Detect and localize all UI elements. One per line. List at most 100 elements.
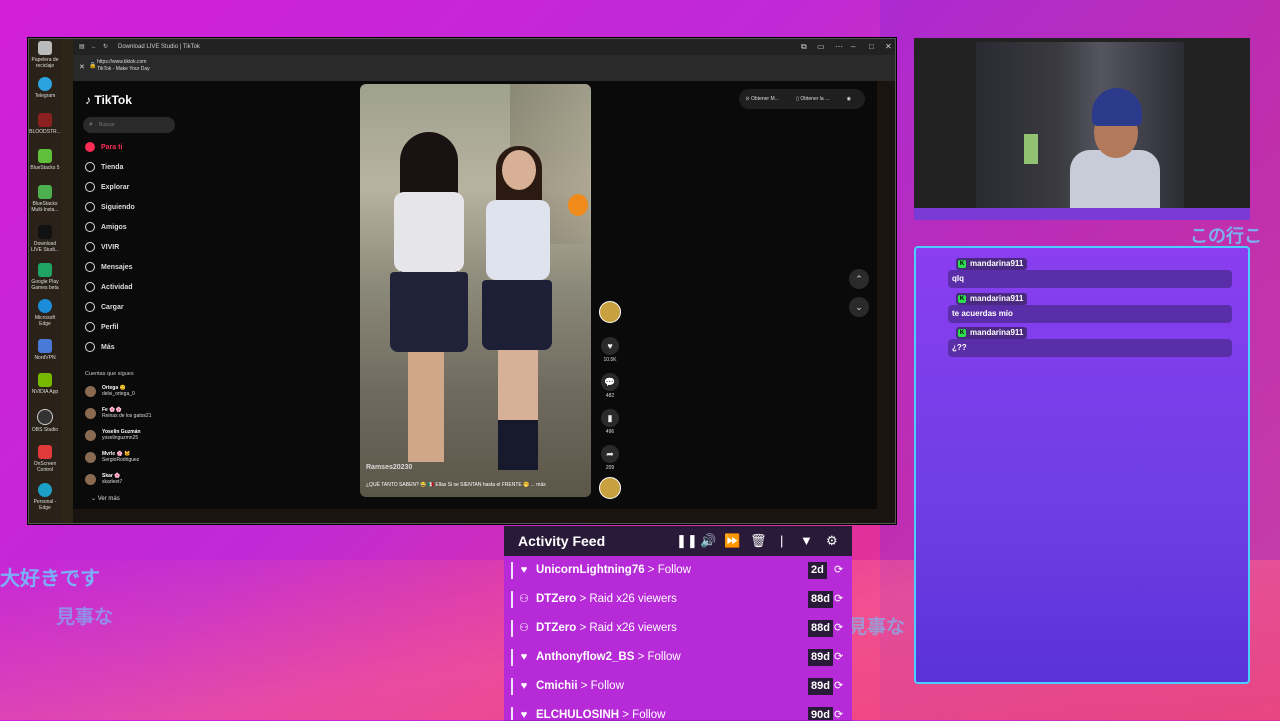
desktop-icon[interactable]: Download LIVE Studi... (29, 225, 61, 253)
profile-avatar-icon[interactable]: ◉ (847, 96, 851, 102)
heart-icon: ♥ (520, 709, 528, 721)
trash-icon[interactable]: 🗑 (750, 526, 767, 556)
replay-icon[interactable]: ⟳ (834, 614, 843, 643)
nav-item-perfil[interactable]: Perfil (85, 321, 119, 335)
settings-gear-icon[interactable]: ⚙ (826, 526, 838, 556)
nav-item-para-ti[interactable]: Para ti (85, 141, 122, 155)
desktop-icon[interactable]: Papelera de reciclaje (29, 41, 61, 69)
nav-item-cargar[interactable]: Cargar (85, 301, 124, 315)
get-app-button[interactable]: ⊙ Obtener M... (745, 96, 786, 102)
messages-icon (85, 262, 95, 273)
kick-icon: K (958, 259, 966, 268)
desktop-icon[interactable]: OBS Studio (29, 409, 61, 433)
activity-feed-row[interactable]: ⚇ DTZero > Raid x26 viewers 88d ⟳ (504, 585, 852, 615)
age-badge: 90d (808, 707, 833, 720)
desktop-icon[interactable]: OnScreen Control (29, 445, 61, 473)
desktop-icon[interactable]: Telegram (29, 77, 61, 99)
filter-icon[interactable]: ▼ (800, 526, 813, 556)
activity-feed-row[interactable]: ♥ ELCHULOSINH > Follow 90d ⟳ (504, 701, 852, 721)
replay-icon[interactable]: ⟳ (834, 643, 843, 672)
skip-icon[interactable]: ⏩ (724, 526, 740, 556)
upload-icon (85, 302, 95, 313)
replay-icon[interactable]: ⟳ (834, 672, 843, 701)
following-avatar-icon (85, 202, 95, 213)
nav-item-amigos[interactable]: Amigos (85, 221, 127, 235)
back-icon[interactable]: ← (91, 39, 97, 55)
avatar (85, 452, 96, 463)
age-badge: 88d (808, 620, 833, 637)
nav-item-siguiendo[interactable]: Siguiendo (85, 201, 135, 215)
music-disc-button[interactable] (595, 477, 625, 499)
tiktok-logo[interactable]: ♪ TikTok (85, 93, 132, 107)
people-icon: ⚇ (519, 622, 529, 634)
nav-item-tienda[interactable]: Tienda (85, 161, 123, 175)
avatar (599, 301, 621, 323)
desktop-icon[interactable]: Microsoft Edge (29, 299, 61, 327)
sidebar-toggle-icon[interactable]: ▤ (79, 39, 85, 55)
close-button[interactable]: ✕ (885, 39, 892, 55)
tiktok-note-icon: ♪ (85, 93, 91, 107)
desktop-icons: Papelera de reciclaje Telegram BLOODSTR.… (29, 39, 73, 523)
activity-feed-row[interactable]: ♥ Cmichii > Follow 89d ⟳ (504, 672, 852, 702)
pause-icon[interactable]: ❚❚ (676, 526, 698, 556)
nav-item-explorar[interactable]: Explorar (85, 181, 129, 195)
close-tab-icon[interactable]: ✕ (79, 63, 85, 71)
chat-message: te acuerdas mío (948, 305, 1232, 323)
replay-icon[interactable]: ⟳ (834, 556, 843, 585)
activity-feed-row[interactable]: ♥ UnicornLightning76 > Follow 2d ⟳ (504, 556, 852, 586)
previous-video-button[interactable]: ⌃ (849, 269, 869, 289)
address-bar[interactable]: ✕ 🔒 https://www.tiktok.com TikTok - Make… (73, 55, 895, 81)
like-button[interactable]: ♥ 10.5K (595, 337, 625, 363)
chevron-down-icon: ⌄ (91, 496, 97, 502)
overlay-jp-text: この行こ (1190, 226, 1262, 247)
get-desktop-button[interactable]: ▯ Obtener la ... (796, 96, 837, 102)
desktop-icon[interactable]: BlueStacks Multi-Insta... (29, 185, 61, 213)
next-video-button[interactable]: ⌄ (849, 297, 869, 317)
nav-item-actividad[interactable]: Actividad (85, 281, 133, 295)
nav-item-mensajes[interactable]: Mensajes (85, 261, 133, 275)
share-button[interactable]: ➦ 209 (595, 445, 625, 471)
nav-item-vivir[interactable]: VIVIR (85, 241, 119, 255)
extensions-icon[interactable]: ⧉ (801, 39, 807, 55)
menu-icon[interactable]: ⋯ (835, 39, 843, 55)
page-title-text: TikTok - Make Your Day (97, 66, 150, 72)
chat-username: Kmandarina911 (956, 293, 1028, 305)
ver-mas-link[interactable]: ⌄ Ver más (91, 495, 120, 502)
comment-button[interactable]: 💬 482 (595, 373, 625, 399)
desktop-icon[interactable]: NordVPN (29, 339, 61, 361)
browser-window: Papelera de reciclaje Telegram BLOODSTR.… (28, 38, 896, 524)
tiktok-sidebar: ♪ TikTok ⌕ Buscar Para ti Tienda Explora… (73, 81, 179, 509)
creator-avatar-button[interactable] (595, 301, 625, 323)
maximize-button[interactable]: □ (869, 39, 874, 55)
profile-icon (85, 322, 95, 333)
video-username[interactable]: Ramses20230 (366, 464, 412, 471)
activity-feed-row[interactable]: ♥ Anthonyflow2_BS > Follow 89d ⟳ (504, 643, 852, 673)
webcam-feed (914, 38, 1250, 220)
search-input[interactable]: ⌕ Buscar (83, 117, 175, 133)
age-badge: 89d (808, 649, 833, 666)
video-caption[interactable]: ¿QUÉ TANTO SABEN? 😂 🇲🇽 Ellas Si se SIENT… (366, 482, 546, 488)
desktop-icon[interactable]: Google Play Games beta (29, 263, 61, 291)
replay-icon[interactable]: ⟳ (834, 585, 843, 614)
desktop-icon[interactable]: BlueStacks 5 (29, 149, 61, 171)
desktop-icon[interactable]: Personal - Edge (29, 483, 61, 511)
minimize-button[interactable]: – (851, 39, 855, 55)
top-right-actions: ⊙ Obtener M... ▯ Obtener la ... ◉ (739, 89, 865, 109)
desktop-icon[interactable]: NVIDIA App (29, 373, 61, 395)
live-icon (85, 242, 95, 253)
save-button[interactable]: ▮ 496 (595, 409, 625, 435)
tiktok-page: ♪ TikTok ⌕ Buscar Para ti Tienda Explora… (73, 81, 877, 509)
home-icon (85, 142, 95, 153)
replay-icon[interactable]: ⟳ (834, 701, 843, 720)
tab-icon[interactable]: ▭ (817, 39, 825, 55)
video-player[interactable]: Ramses20230 ¿QUÉ TANTO SABEN? 😂 🇲🇽 Ellas… (360, 84, 591, 497)
comment-icon: 💬 (601, 373, 619, 391)
shop-icon (85, 162, 95, 173)
activity-feed-title: Activity Feed (518, 533, 606, 549)
nav-item-mas[interactable]: Más (85, 341, 115, 355)
volume-icon[interactable]: 🔊 (700, 526, 716, 556)
video-person (478, 146, 558, 480)
desktop-icon[interactable]: BLOODSTR... (29, 113, 61, 135)
activity-feed-row[interactable]: ⚇ DTZero > Raid x26 viewers 88d ⟳ (504, 614, 852, 644)
reload-icon[interactable]: ↻ (103, 39, 108, 55)
